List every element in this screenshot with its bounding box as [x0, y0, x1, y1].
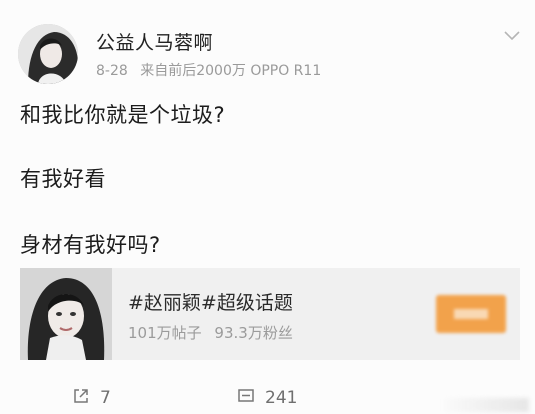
action-bar: 7 241 — [0, 384, 535, 414]
chevron-down-icon[interactable] — [503, 30, 521, 42]
repost-icon — [74, 389, 88, 403]
comment-button[interactable]: 241 — [237, 387, 297, 408]
post-date: 8-28 — [96, 63, 128, 79]
repost-button[interactable]: 7 — [72, 387, 111, 408]
avatar-image — [18, 24, 78, 84]
topic-card[interactable]: #赵丽颖#超级话题 101万帖子 93.3万粉丝 — [20, 268, 520, 360]
post-text-line: 身材有我好吗? — [20, 233, 161, 257]
post-text-line: 有我好看 — [20, 167, 106, 191]
post-text-line: 和我比你就是个垃圾? — [20, 103, 226, 127]
button-label-blurred — [454, 309, 488, 319]
topic-stats: 101万帖子 93.3万粉丝 — [128, 322, 293, 343]
topic-fans: 93.3万粉丝 — [214, 324, 293, 342]
topic-title: #赵丽颖#超级话题 — [128, 292, 293, 314]
repost-count: 7 — [100, 388, 111, 408]
watermark — [439, 398, 529, 412]
topic-posts: 101万帖子 — [128, 324, 202, 342]
comment-count: 241 — [265, 388, 298, 408]
post-meta: 8-28 来自前后2000万 OPPO R11 — [96, 60, 321, 80]
author-avatar[interactable] — [18, 24, 78, 84]
comment-icon — [238, 389, 254, 402]
follow-topic-button[interactable] — [436, 295, 506, 333]
weibo-post: 公益人马蓉啊 8-28 来自前后2000万 OPPO R11 和我比你就是个垃圾… — [0, 0, 535, 414]
post-source: 来自前后2000万 OPPO R11 — [140, 63, 322, 79]
topic-thumbnail — [20, 268, 112, 360]
author-name[interactable]: 公益人马蓉啊 — [96, 28, 213, 55]
topic-thumbnail-image — [20, 268, 112, 360]
